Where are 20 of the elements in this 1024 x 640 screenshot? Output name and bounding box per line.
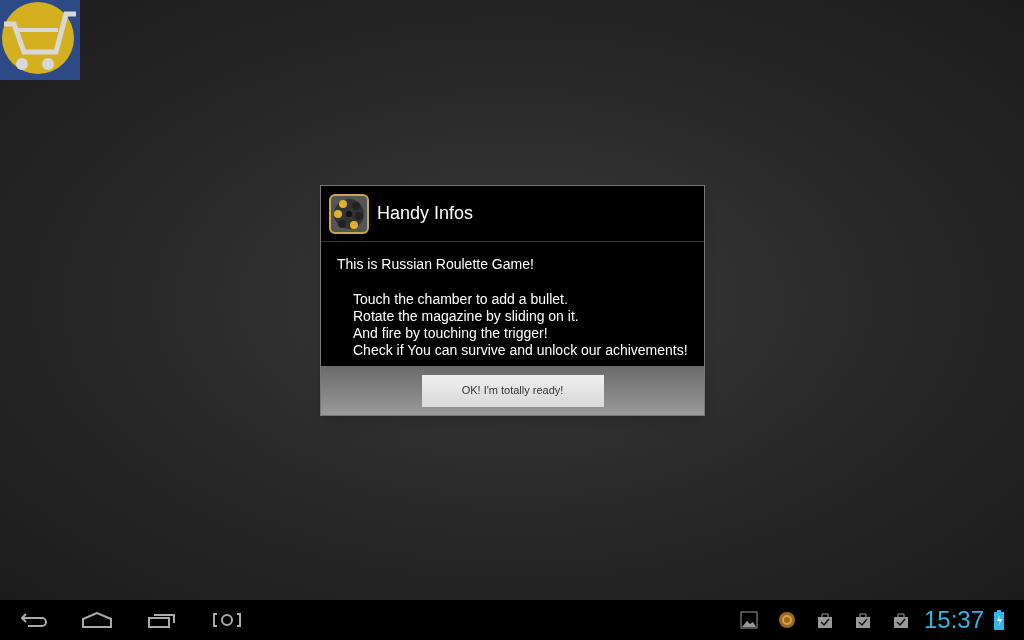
battery-charging-icon: [994, 610, 1004, 630]
screenshot-icon[interactable]: [212, 612, 242, 628]
shopping-cart-icon[interactable]: [0, 0, 80, 80]
instruction-line: Check if You can survive and unlock our achivements!: [353, 342, 688, 359]
recent-apps-icon[interactable]: [148, 612, 176, 628]
ok-button[interactable]: OK! I'm totally ready!: [421, 374, 604, 407]
instruction-line: Touch the chamber to add a bullet.: [353, 291, 569, 308]
shopping-bag-check-icon[interactable]: [815, 611, 834, 629]
circle-app-icon[interactable]: [777, 611, 796, 629]
shopping-bag-check-icon[interactable]: [891, 611, 910, 629]
image-icon[interactable]: [739, 611, 758, 629]
shopping-bag-check-icon[interactable]: [853, 611, 872, 629]
instruction-line: And fire by touching the trigger!: [353, 325, 549, 342]
dialog-title: Handy Infos: [377, 202, 474, 225]
instruction-line: Rotate the magazine by sliding on it.: [353, 308, 580, 325]
revolver-cylinder-icon: [329, 193, 369, 234]
back-icon[interactable]: [20, 612, 48, 628]
home-icon[interactable]: [82, 612, 112, 628]
dialog-message: This is Russian Roulette Game!: [337, 255, 535, 274]
clock: 15:37: [923, 605, 984, 635]
